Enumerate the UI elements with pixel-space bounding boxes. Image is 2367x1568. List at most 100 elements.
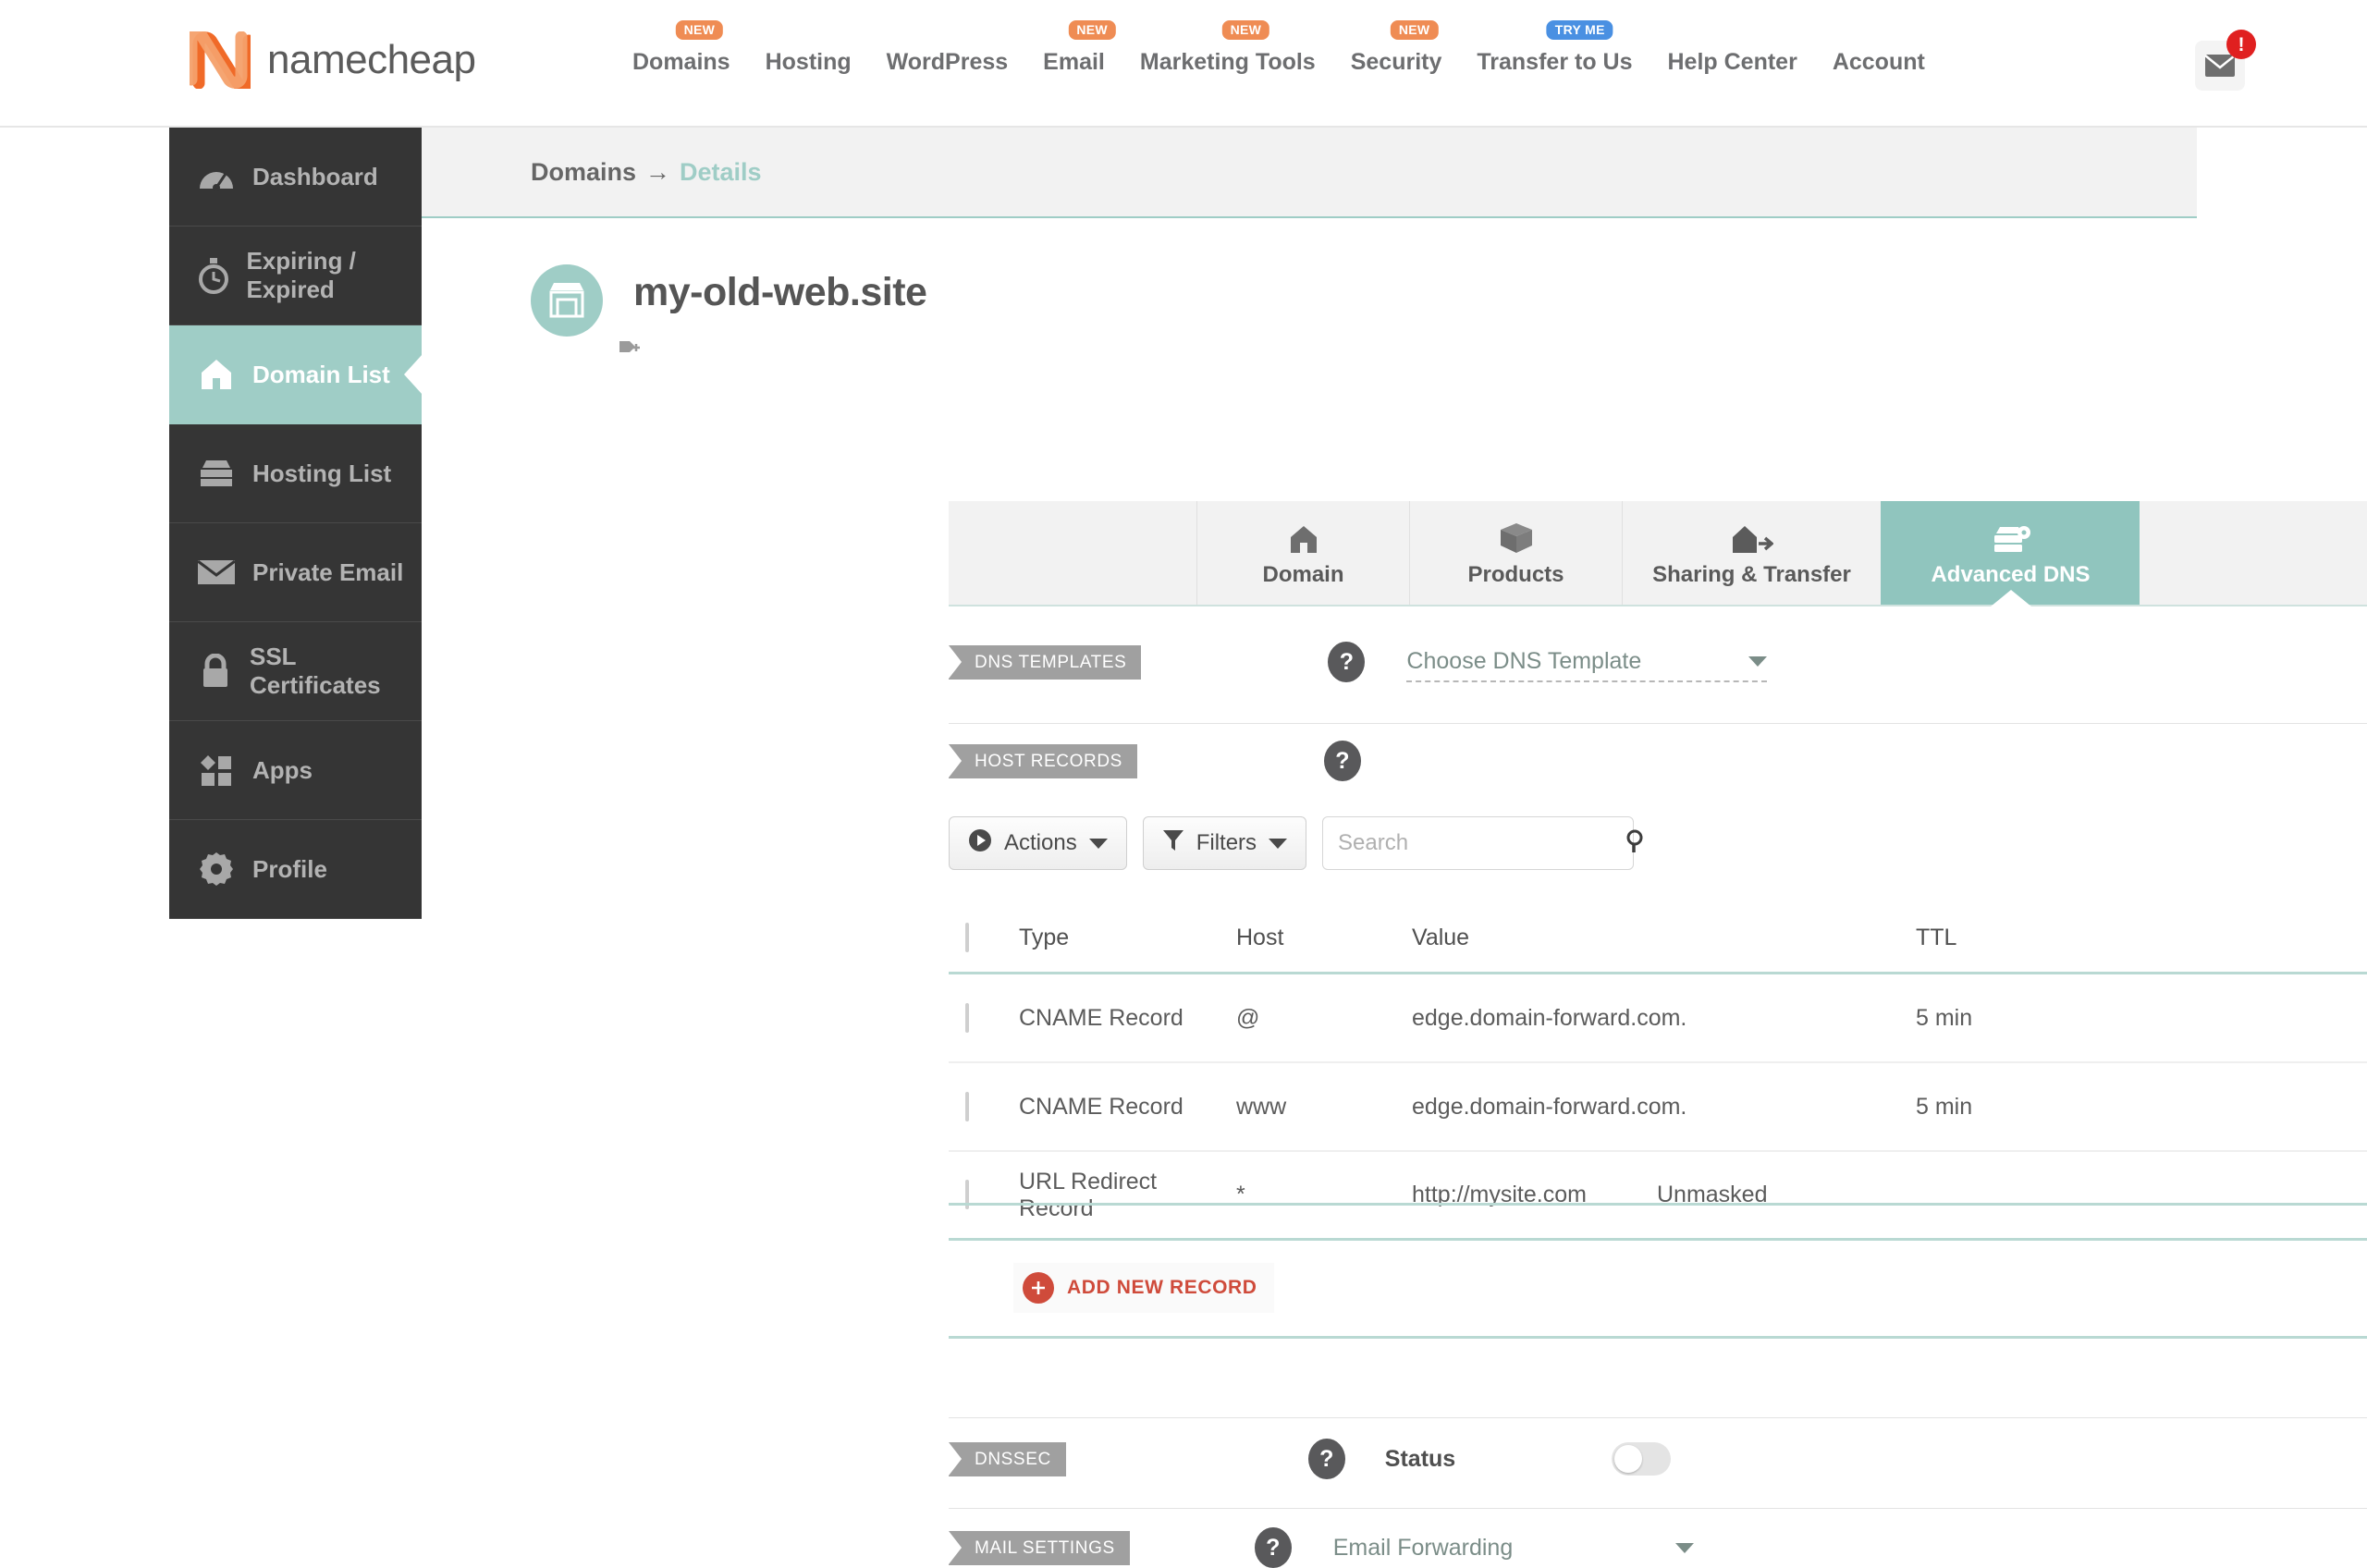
cell-type: CNAME Record (1019, 1004, 1184, 1031)
nav-badge-tryme: TRY ME (1546, 20, 1613, 40)
tab-products[interactable]: Products (1409, 501, 1622, 605)
nav-label: Email (1043, 49, 1105, 75)
cell-ttl: 5 min (1916, 1004, 1973, 1031)
storefront-icon (549, 283, 584, 318)
actions-button[interactable]: Actions (949, 816, 1127, 870)
host-records-ribbon: HOST RECORDS (949, 743, 1137, 778)
mail-settings-section: MAIL SETTINGS ? Email Forwarding (949, 1527, 1694, 1568)
cell-value: edge.domain-forward.com. (1412, 1093, 1687, 1120)
nav-item-wordpress[interactable]: WordPress (869, 46, 1026, 78)
tab-label: Sharing & Transfer (1652, 562, 1851, 587)
nav-label: Security (1350, 49, 1442, 75)
search-box[interactable] (1322, 816, 1643, 870)
nav-item-security[interactable]: NEW Security (1333, 20, 1460, 78)
sidebar-item-label: Apps (252, 755, 313, 784)
sidebar-item-label: Dashboard (252, 162, 378, 190)
chevron-down-icon (1674, 1542, 1694, 1553)
host-records-help-icon[interactable]: ? (1323, 741, 1361, 781)
sidebar-item-apps[interactable]: Apps (169, 721, 422, 820)
envelope-icon (195, 558, 238, 586)
top-header: namecheap NEW Domains Hosting WordPress … (0, 0, 2367, 128)
namecheap-logo-icon (190, 31, 251, 89)
sidebar-item-domain-list[interactable]: Domain List (169, 325, 422, 424)
dnssec-section: DNSSEC ? Status (949, 1439, 1672, 1479)
sidebar-item-dashboard[interactable]: Dashboard (169, 128, 422, 227)
namecheap-logo[interactable]: namecheap (190, 31, 476, 89)
dns-templates-ribbon: DNS TEMPLATES (949, 644, 1142, 680)
table-header-row: Type Host Value TTL (949, 904, 2367, 974)
nav-label: Transfer to Us (1477, 49, 1633, 75)
mail-settings-ribbon: MAIL SETTINGS (949, 1530, 1130, 1565)
cell-host: @ (1236, 1004, 1260, 1031)
main-nav: NEW Domains Hosting WordPress NEW Email … (615, 20, 1943, 78)
divider (949, 1336, 2367, 1339)
nav-item-help-center[interactable]: Help Center (1650, 46, 1815, 78)
select-all-checkbox[interactable] (965, 923, 969, 952)
host-records-toolbar: Actions Filters (949, 816, 1643, 870)
sidebar-item-ssl-certificates[interactable]: SSL Certificates (169, 622, 422, 721)
mail-button[interactable]: ! (2195, 30, 2256, 91)
tab-domain[interactable]: Domain (1196, 501, 1409, 605)
sidebar-item-hosting-list[interactable]: Hosting List (169, 424, 422, 523)
nav-label: Help Center (1667, 49, 1797, 75)
column-header-type: Type (1019, 925, 1070, 950)
dns-template-select-value: Choose DNS Template (1406, 647, 1642, 674)
table-row[interactable]: CNAME Record @ edge.domain-forward.com. … (949, 974, 2367, 1063)
add-tag-icon[interactable] (619, 337, 643, 361)
divider (949, 723, 2367, 724)
tab-label: Domain (1262, 562, 1344, 587)
actions-label: Actions (1004, 830, 1077, 855)
filters-button[interactable]: Filters (1142, 816, 1307, 870)
nav-item-hosting[interactable]: Hosting (748, 46, 869, 78)
main-content: Domains → Details my-old-web.site Domain (422, 128, 2367, 1568)
nav-item-domains[interactable]: NEW Domains (615, 20, 748, 78)
dns-template-select[interactable]: Choose DNS Template (1406, 642, 1768, 682)
dnssec-help-icon[interactable]: ? (1307, 1439, 1345, 1479)
chevron-down-icon (1088, 838, 1108, 849)
sidebar-item-private-email[interactable]: Private Email (169, 523, 422, 622)
magnifier-icon[interactable] (1625, 829, 1647, 858)
tab-advanced-dns[interactable]: Advanced DNS (1881, 501, 2140, 605)
domain-header: my-old-web.site (531, 264, 927, 352)
toggle-knob (1614, 1445, 1643, 1473)
search-input[interactable] (1338, 830, 1625, 856)
nav-item-account[interactable]: Account (1815, 46, 1943, 78)
dns-templates-help-icon[interactable]: ? (1328, 642, 1366, 682)
host-records-table: Type Host Value TTL CNAME Record @ edge.… (949, 904, 2367, 1241)
table-row[interactable]: URL Redirect Record * http://mysite.com … (949, 1152, 2367, 1241)
sidebar-item-expiring-expired[interactable]: Expiring / Expired (169, 227, 422, 325)
table-row[interactable]: CNAME Record www edge.domain-forward.com… (949, 1063, 2367, 1152)
row-select-cell (949, 1091, 1019, 1121)
row-checkbox[interactable] (965, 1002, 969, 1033)
sidebar-item-label: SSL Certificates (250, 643, 381, 699)
box-icon (1499, 518, 1534, 555)
mail-settings-select[interactable]: Email Forwarding (1333, 1527, 1694, 1568)
column-header-ttl: TTL (1916, 925, 1957, 950)
nav-item-email[interactable]: NEW Email (1025, 20, 1122, 78)
nav-label: Marketing Tools (1139, 49, 1316, 75)
nav-item-transfer-to-us[interactable]: TRY ME Transfer to Us (1459, 20, 1650, 78)
nav-badge-new: NEW (675, 20, 724, 40)
speedometer-icon (195, 161, 238, 192)
sidebar-item-profile[interactable]: Profile (169, 820, 422, 919)
logo-text: namecheap (267, 37, 476, 82)
tab-sharing-transfer[interactable]: Sharing & Transfer (1622, 501, 1881, 605)
nav-label: WordPress (886, 49, 1009, 75)
row-checkbox[interactable] (965, 1091, 969, 1121)
host-records-section: HOST RECORDS ? (949, 741, 1361, 781)
page-title: my-old-web.site (633, 270, 927, 314)
nav-badge-new: NEW (1221, 20, 1270, 40)
play-circle-icon (968, 828, 992, 859)
nav-item-marketing-tools[interactable]: NEW Marketing Tools (1122, 20, 1333, 78)
envelope-icon (2204, 55, 2236, 77)
gear-icon (195, 851, 238, 887)
tab-label: Products (1467, 562, 1564, 587)
breadcrumb-separator-icon: → (645, 157, 671, 186)
breadcrumb-root[interactable]: Domains (531, 158, 636, 187)
nav-badge-new: NEW (1390, 20, 1439, 40)
dnssec-status-toggle[interactable] (1612, 1442, 1672, 1476)
mail-settings-help-icon[interactable]: ? (1254, 1527, 1292, 1568)
chevron-down-icon (1269, 838, 1288, 849)
nav-badge-new: NEW (1068, 20, 1116, 40)
add-new-record-button[interactable]: ADD NEW RECORD (1013, 1263, 1274, 1313)
